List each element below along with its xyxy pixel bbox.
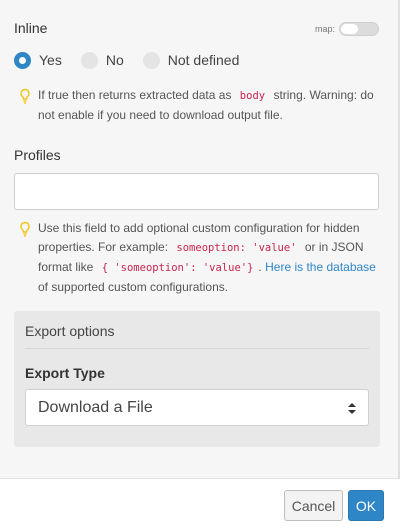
- inline-label: Inline: [14, 20, 48, 36]
- profiles-field-header: Profiles: [14, 147, 386, 167]
- export-type-label: Export Type: [25, 365, 105, 381]
- profiles-hint: Use this field to add optional custom co…: [14, 219, 386, 297]
- radio-not-defined-label: Not defined: [167, 52, 240, 68]
- radio-yes-label: Yes: [39, 52, 62, 68]
- lightbulb-icon: [20, 88, 30, 104]
- inline-field-header: Inline map:: [14, 20, 386, 40]
- inline-hint-code: body: [239, 90, 266, 102]
- map-toggle[interactable]: map:: [315, 22, 379, 36]
- export-options-panel: Export options Export Type Download a Fi…: [14, 311, 380, 447]
- radio-yes-dot[interactable]: [14, 51, 31, 69]
- export-options-title: Export options: [25, 311, 369, 349]
- lightbulb-icon: [20, 221, 30, 237]
- inline-hint-text-1: If true then returns extracted data as: [38, 88, 232, 102]
- profiles-hint-code-2: { 'someoption': 'value'}: [101, 262, 254, 274]
- profiles-hint-text-3: .: [258, 260, 262, 274]
- custom-config-database-link[interactable]: Here is the database: [265, 260, 376, 274]
- profiles-hint-text-4: of supported custom configurations.: [38, 280, 229, 294]
- radio-no-dot[interactable]: [80, 51, 98, 69]
- profiles-label: Profiles: [14, 147, 61, 163]
- inline-radio-no[interactable]: No: [80, 51, 124, 69]
- export-type-select[interactable]: Download a File: [25, 389, 369, 426]
- export-type-value: Download a File: [38, 399, 153, 416]
- profiles-hint-code-1: someoption: 'value': [176, 242, 297, 254]
- ok-button[interactable]: OK: [348, 490, 384, 521]
- inline-radio-yes[interactable]: Yes: [14, 51, 62, 69]
- inline-radio-not-defined[interactable]: Not defined: [142, 51, 240, 69]
- cancel-button[interactable]: Cancel: [284, 490, 343, 521]
- radio-not-defined-dot[interactable]: [142, 51, 160, 69]
- profiles-input[interactable]: [14, 173, 379, 210]
- map-switch[interactable]: [339, 22, 379, 36]
- radio-no-label: No: [105, 52, 124, 68]
- dialog-content: Inline map: Yes No Not defined If true t…: [0, 0, 400, 478]
- map-toggle-label: map:: [314, 24, 335, 34]
- sort-arrows-icon: [348, 403, 356, 414]
- dialog-footer: Cancel OK: [0, 478, 400, 532]
- inline-hint: If true then returns extracted data as b…: [14, 86, 386, 125]
- map-switch-knob: [341, 24, 358, 34]
- inline-radio-group: Yes No Not defined: [14, 49, 386, 71]
